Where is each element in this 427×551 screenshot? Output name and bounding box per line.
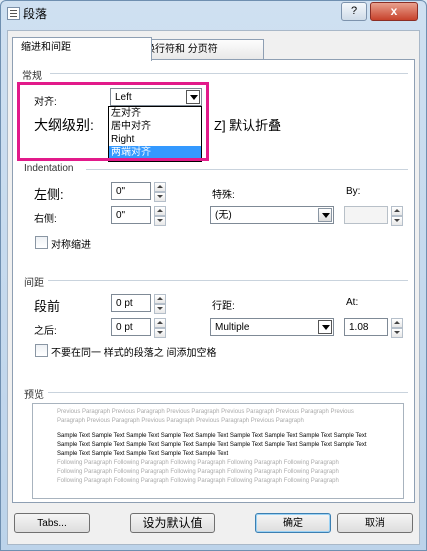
special-indent-label: 特殊: [212,190,235,201]
indent-right-input[interactable]: 0" [111,206,151,224]
preview-divider [48,392,408,393]
indent-left-spinner[interactable] [154,182,166,202]
document-icon [7,7,20,20]
title-bar: 段落 ? x [1,1,426,25]
preview-line: Paragraph Previous Paragraph Previous Pa… [57,418,304,424]
tabs-button[interactable]: Tabs... [14,513,90,533]
preview-section-label: 预览 [24,390,44,401]
line-spacing-label: 行距: [212,301,235,312]
indent-left-input[interactable]: 0" [111,182,151,200]
preview-box: Previous Paragraph Previous Paragraph Pr… [32,403,404,499]
at-label: At: [346,297,359,308]
chevron-down-icon[interactable] [318,208,332,222]
indentation-divider [86,169,408,170]
indent-right-label: 右侧: [34,214,57,225]
line-spacing-value: Multiple [215,322,250,333]
no-space-same-style-label: 不要在同一 样式的段落之 间添加空格 [51,348,217,359]
chevron-down-icon[interactable] [318,320,332,334]
preview-sample-text: Sample Text Sample Text Sample Text Samp… [57,432,397,459]
spacing-before-spinner[interactable] [154,294,166,314]
no-space-same-style-checkbox[interactable] [35,344,48,357]
cancel-button[interactable]: 取消 [337,513,413,533]
by-input[interactable] [344,206,388,224]
line-spacing-select[interactable]: Multiple [210,318,334,336]
spacing-before-input[interactable]: 0 pt [111,294,151,312]
by-spinner[interactable] [391,206,403,226]
indentation-section-label: Indentation [24,163,74,174]
spacing-section-label: 间距 [24,278,44,289]
tab-line-and-page-breaks[interactable]: 换行符和 分页符 [136,39,264,61]
general-divider [50,73,408,74]
preview-following-paragraph: Following Paragraph Following Paragraph … [57,459,397,486]
at-input[interactable]: 1.08 [344,318,388,336]
spacing-after-label: 之后: [34,326,57,337]
indent-left-label: 左侧: [34,187,64,202]
close-button[interactable]: x [370,2,418,21]
spacing-after-input[interactable]: 0 pt [111,318,151,336]
highlight-annotation [17,82,209,161]
preview-line: Following Paragraph Following Paragraph … [57,469,339,475]
spacing-divider [48,280,408,281]
preview-line: Following Paragraph Following Paragraph … [57,478,339,484]
mirror-indents-label: 对称缩进 [51,240,91,251]
spacing-before-label: 段前 [34,299,61,314]
help-button[interactable]: ? [341,2,367,21]
spacing-after-spinner[interactable] [154,318,166,338]
ok-button[interactable]: 确定 [255,513,331,533]
set-as-default-button[interactable]: 设为默认值 [130,513,215,533]
tab-indents-and-spacing[interactable]: 缩进和间距 [12,37,152,61]
preview-line: Following Paragraph Following Paragraph … [57,460,339,466]
at-spinner[interactable] [391,318,403,338]
collapsed-by-default-label: Z] 默认折叠 [214,118,282,133]
special-indent-select[interactable]: (无) [210,206,334,224]
special-indent-value: (无) [215,210,232,221]
preview-line: Sample Text Sample Text Sample Text Samp… [57,442,367,448]
general-section-label: 常规 [22,71,42,82]
dialog-title: 段落 [23,7,48,21]
indent-right-spinner[interactable] [154,206,166,226]
preview-line: Sample Text Sample Text Sample Text Samp… [57,433,367,439]
mirror-indents-checkbox[interactable] [35,236,48,249]
preview-line: Previous Paragraph Previous Paragraph Pr… [57,409,354,415]
preview-line: Sample Text Sample Text Sample Text Samp… [57,451,229,457]
by-label: By: [346,186,361,197]
preview-previous-paragraph: Previous Paragraph Previous Paragraph Pr… [57,408,397,426]
